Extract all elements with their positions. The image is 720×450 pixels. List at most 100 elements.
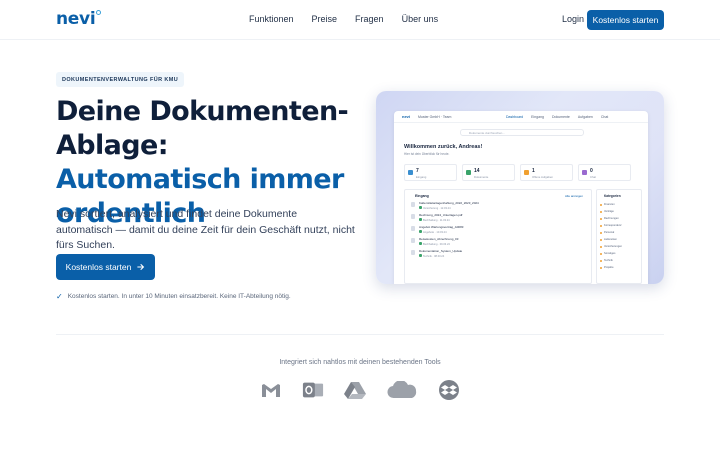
inbox-icon — [408, 170, 413, 175]
tag-icon — [419, 218, 422, 221]
file-meta-text: Angebote · 10.03.24 — [423, 231, 447, 234]
logo-text: nevi — [56, 9, 96, 29]
file-name: Dokumentation_System_Update — [419, 249, 463, 253]
stat-value: 7 — [416, 168, 419, 174]
file-meta: Angebote · 10.03.24 — [419, 230, 447, 234]
app-welcome: Willkommen zurück, Andreas! — [404, 144, 483, 150]
panel-link: Alle anzeigen — [564, 194, 583, 198]
stat-value: 0 — [590, 168, 593, 174]
stat-label: Offene Aufgaben — [532, 175, 553, 179]
file-meta-text: Buchhaltung · 11.03.24 — [423, 219, 450, 222]
hero-cta-button[interactable]: Kostenlos starten — [56, 254, 155, 280]
file-row: Angebot Wartungsvertrag_A0083 Angebote · … — [411, 224, 591, 235]
integrations-logos — [0, 380, 720, 400]
app-tab-chat: Chat — [600, 115, 609, 119]
category-item: Finanzen — [597, 201, 641, 208]
category-item: Sonstiges — [597, 250, 641, 257]
chat-icon — [582, 170, 587, 175]
nav-link-ueber-uns[interactable]: Über uns — [402, 14, 439, 24]
category-item: Projekte — [597, 264, 641, 271]
file-row: Dokumentation_System_Update Technik · 08.… — [411, 248, 591, 259]
app-stat-card: 14 Dokumente — [462, 164, 515, 181]
file-icon — [411, 202, 415, 207]
logo-dot-icon — [96, 10, 102, 15]
gmail-icon — [260, 380, 282, 400]
tag-icon — [419, 206, 422, 209]
file-meta: Versicherung · 12.03.24 — [419, 206, 451, 210]
app-preview: nevi Muster GmbH · Team Dashboard Eingan… — [376, 91, 664, 284]
app-window: nevi Muster GmbH · Team Dashboard Eingan… — [394, 111, 648, 284]
app-tab-eingang: Eingang — [531, 115, 544, 119]
nav-links: Funktionen Preise Fragen Über uns — [249, 14, 456, 24]
hero-subline: Nevi sortiert, analysiert und findet dei… — [56, 208, 355, 251]
panel-header: Eingang Alle anzeigen — [405, 190, 591, 199]
category-item: Korrespondenz — [597, 222, 641, 229]
file-meta: Buchhaltung · 09.03.24 — [419, 242, 450, 246]
file-meta-text: Technik · 08.03.24 — [423, 255, 445, 258]
category-item: Technik — [597, 257, 641, 264]
app-stat-card: 1 Offene Aufgaben — [520, 164, 573, 181]
app-stat-card: 7 Eingang — [404, 164, 457, 181]
file-name: Angebot Wartungsvertrag_A0083 — [419, 225, 464, 229]
app-tab-dokumente: Dokumente — [551, 115, 570, 119]
file-icon — [411, 238, 415, 243]
file-row: Rechnung_2024_Unterlagen.pdf Buchhaltung … — [411, 212, 591, 223]
file-icon — [411, 226, 415, 231]
arrow-right-icon — [137, 264, 145, 270]
hero-note-text: Kostenlos starten. In unter 10 Minuten e… — [67, 293, 291, 300]
onedrive-icon — [386, 380, 418, 400]
panel-title: Eingang — [415, 194, 429, 198]
outlook-icon — [302, 380, 324, 400]
nav-link-preise[interactable]: Preise — [312, 14, 338, 24]
stat-label: Eingang — [416, 175, 427, 179]
stat-value: 1 — [532, 168, 535, 174]
app-tabs: Dashboard Eingang Dokumente Aufgaben Cha… — [506, 115, 608, 119]
app-inbox-panel: Eingang Alle anzeigen Kaltemittelanlagenh… — [404, 189, 592, 284]
tag-icon — [419, 242, 422, 245]
file-row: Reisekosten_Abrechnung_03 Buchhaltung · 0… — [411, 236, 591, 247]
file-meta-text: Versicherung · 12.03.24 — [423, 207, 451, 210]
top-navigation: nevi Funktionen Preise Fragen Über uns L… — [0, 0, 720, 40]
category-item: Rechnungen — [597, 215, 641, 222]
app-stats: 7 Eingang 14 Dokumente 1 Offene Aufgaben 0C… — [404, 164, 631, 181]
app-tab-aufgaben: Aufgaben — [577, 115, 593, 119]
headline-part-2: Ablage: — [56, 130, 169, 161]
google-drive-icon — [344, 380, 366, 400]
task-icon — [524, 170, 529, 175]
file-meta: Buchhaltung · 11.03.24 — [419, 218, 450, 222]
app-logo: nevi — [402, 114, 411, 119]
hero-note: ✓ Kostenlos starten. In unter 10 Minuten… — [56, 292, 291, 301]
file-row: Kaltemittelanlagenhaftung_2022_2023_2024… — [411, 200, 591, 211]
integrations-title: Integriert sich nahtlos mit deinen beste… — [279, 359, 441, 366]
app-welcome-sub: Hier ist dein Überblick für heute. — [404, 152, 450, 156]
file-meta-text: Buchhaltung · 09.03.24 — [423, 243, 450, 246]
nav-link-fragen[interactable]: Fragen — [355, 14, 384, 24]
tag-icon — [419, 254, 422, 257]
app-topbar: nevi Muster GmbH · Team Dashboard Eingan… — [394, 111, 648, 123]
category-item: Personal — [597, 229, 641, 236]
file-icon — [411, 250, 415, 255]
file-name: Rechnung_2024_Unterlagen.pdf — [419, 213, 463, 217]
file-icon — [411, 214, 415, 219]
hero-cta-label: Kostenlos starten — [65, 262, 132, 272]
check-icon: ✓ — [56, 292, 63, 301]
stat-label: Chat — [590, 175, 596, 179]
tag-icon — [419, 230, 422, 233]
file-meta: Technik · 08.03.24 — [419, 254, 444, 258]
logo[interactable]: nevi — [56, 9, 102, 29]
nav-cta-button[interactable]: Kostenlos starten — [587, 10, 664, 30]
dropbox-icon — [438, 380, 460, 400]
category-item: Lieferanten — [597, 236, 641, 243]
login-link[interactable]: Login — [562, 14, 584, 24]
app-categories-panel: Kategorien Finanzen Verträge Rechnungen … — [596, 189, 642, 284]
stat-label: Dokumente — [474, 175, 489, 179]
category-item: Verträge — [597, 208, 641, 215]
category-item: Versicherungen — [597, 243, 641, 250]
app-tab-dashboard: Dashboard — [506, 115, 524, 119]
nav-link-funktionen[interactable]: Funktionen — [249, 14, 294, 24]
categories-title: Kategorien — [604, 194, 621, 198]
app-search-field: Dokumente durchsuchen… — [460, 129, 584, 136]
app-stat-card: 0 Chat — [578, 164, 631, 181]
section-divider — [56, 334, 664, 335]
document-icon — [466, 170, 471, 175]
